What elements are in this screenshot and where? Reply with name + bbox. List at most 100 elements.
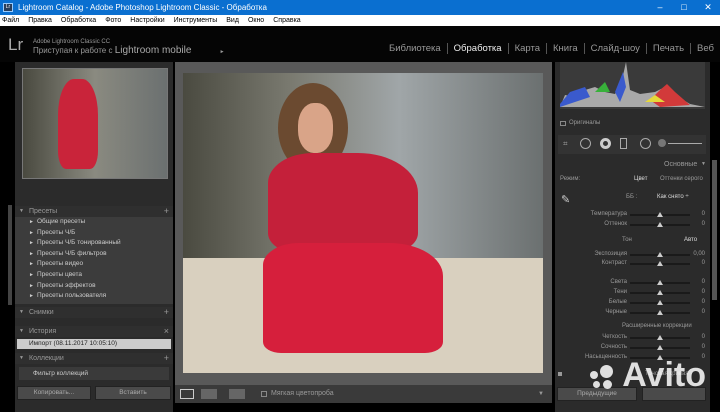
graduated-filter-icon[interactable] bbox=[620, 138, 627, 149]
slider-knob[interactable] bbox=[657, 222, 663, 227]
left-panel-toggle[interactable] bbox=[8, 205, 12, 305]
slider-value[interactable]: 0 bbox=[702, 308, 705, 317]
loupe-view-icon[interactable] bbox=[180, 389, 194, 399]
navigator-preview[interactable] bbox=[22, 68, 168, 179]
preset-folder[interactable]: Общие пресеты bbox=[15, 217, 173, 228]
menu-help[interactable]: Справка bbox=[273, 15, 300, 26]
history-item[interactable]: Импорт (08.11.2017 10:05:10) bbox=[17, 339, 171, 349]
toolbar-menu-icon[interactable]: ▼ bbox=[538, 385, 544, 403]
slider-8[interactable]: Четкость 0 bbox=[555, 333, 705, 342]
slider-value[interactable]: 0 bbox=[702, 259, 705, 268]
radial-filter-icon[interactable] bbox=[640, 138, 651, 149]
main-photo[interactable] bbox=[183, 73, 543, 373]
slider-knob[interactable] bbox=[657, 345, 663, 350]
slider-value[interactable]: 0 bbox=[702, 288, 705, 297]
slider-value[interactable]: 0,00 bbox=[693, 250, 705, 259]
menu-develop[interactable]: Обработка bbox=[61, 15, 96, 26]
preset-folder[interactable]: Пресеты пользователя bbox=[15, 291, 173, 302]
mobile-prompt[interactable]: Приступая к работе с Lightroom mobile ► bbox=[33, 45, 225, 56]
menu-photo[interactable]: Фото bbox=[105, 15, 121, 26]
menu-settings[interactable]: Настройки bbox=[130, 15, 164, 26]
menu-file[interactable]: Файл bbox=[2, 15, 19, 26]
slider-value[interactable]: 0 bbox=[702, 343, 705, 352]
collections-header[interactable]: Коллекции + bbox=[15, 353, 173, 364]
slider-1[interactable]: Оттенок 0 bbox=[555, 220, 705, 229]
panel-switch-icon[interactable] bbox=[558, 372, 562, 376]
add-collection-button[interactable]: + bbox=[164, 353, 169, 364]
brush-size-slider[interactable] bbox=[668, 143, 702, 144]
snapshots-header[interactable]: Снимки + bbox=[15, 307, 173, 318]
slider-3[interactable]: Контраст 0 bbox=[555, 259, 705, 268]
slider-knob[interactable] bbox=[657, 280, 663, 285]
slider-4[interactable]: Света 0 bbox=[555, 278, 705, 287]
minimize-button[interactable]: – bbox=[648, 0, 672, 15]
slider-value[interactable]: 0 bbox=[702, 333, 705, 342]
close-button[interactable]: ✕ bbox=[696, 0, 720, 15]
slider-7[interactable]: Черные 0 bbox=[555, 308, 705, 317]
slider-knob[interactable] bbox=[657, 310, 663, 315]
slider-knob[interactable] bbox=[657, 261, 663, 266]
slider-2[interactable]: Экспозиция 0,00 bbox=[555, 250, 705, 259]
slider-knob[interactable] bbox=[657, 335, 663, 340]
presets-header[interactable]: Пресеты + bbox=[15, 206, 173, 217]
crop-icon[interactable]: ⌗ bbox=[563, 139, 568, 149]
module-map[interactable]: Карта bbox=[507, 43, 546, 54]
preset-folder[interactable]: Пресеты видео bbox=[15, 259, 173, 270]
collection-filter[interactable]: Фильтр коллекций bbox=[19, 367, 169, 380]
treatment-bw[interactable]: Оттенки серого bbox=[660, 176, 703, 182]
module-develop[interactable]: Обработка bbox=[446, 43, 508, 54]
menu-edit[interactable]: Правка bbox=[28, 15, 52, 26]
add-snapshot-button[interactable]: + bbox=[164, 307, 169, 318]
spot-removal-icon[interactable] bbox=[580, 138, 591, 149]
slider-5[interactable]: Тени 0 bbox=[555, 288, 705, 297]
paste-button[interactable]: Вставить bbox=[95, 386, 171, 400]
basic-panel-title[interactable]: Основные bbox=[664, 161, 697, 168]
menu-view[interactable]: Вид bbox=[226, 15, 239, 26]
originals-icon[interactable] bbox=[560, 121, 566, 126]
preset-folder[interactable]: Пресеты Ч/Б bbox=[15, 228, 173, 239]
subject-skirt bbox=[263, 243, 443, 353]
maximize-button[interactable]: □ bbox=[672, 0, 696, 15]
module-library[interactable]: Библиотека bbox=[383, 43, 447, 54]
add-preset-button[interactable]: + bbox=[164, 206, 169, 217]
menu-tools[interactable]: Инструменты bbox=[174, 15, 218, 26]
slider-value[interactable]: 0 bbox=[702, 220, 705, 229]
preset-folder[interactable]: Пресеты Ч/Б фильтров bbox=[15, 249, 173, 260]
eyedropper-icon[interactable]: ✎ bbox=[561, 193, 570, 206]
slider-knob[interactable] bbox=[657, 212, 663, 217]
wb-dropdown[interactable]: Как снято ÷ bbox=[657, 194, 689, 200]
copy-button[interactable]: Копировать... bbox=[17, 386, 91, 400]
collapse-icon[interactable]: ▼ bbox=[701, 161, 706, 167]
auto-button[interactable]: Авто bbox=[684, 237, 697, 243]
module-book[interactable]: Книга bbox=[546, 43, 584, 54]
slider-knob[interactable] bbox=[657, 252, 663, 257]
slider-label: Экспозиция bbox=[594, 251, 627, 257]
menu-window[interactable]: Окно bbox=[248, 15, 264, 26]
slider-knob[interactable] bbox=[657, 300, 663, 305]
slider-0[interactable]: Температура 0 bbox=[555, 210, 705, 219]
play-icon[interactable]: ► bbox=[220, 49, 225, 55]
module-slideshow[interactable]: Слайд-шоу bbox=[583, 43, 646, 54]
clear-history-button[interactable]: × bbox=[164, 326, 169, 337]
treatment-color[interactable]: Цвет bbox=[634, 176, 647, 182]
right-panel-scrollbar[interactable] bbox=[712, 160, 717, 300]
slider-9[interactable]: Сочность 0 bbox=[555, 343, 705, 352]
module-print[interactable]: Печать bbox=[645, 43, 690, 54]
slider-knob[interactable] bbox=[657, 290, 663, 295]
brush-icon[interactable] bbox=[658, 139, 666, 147]
slider-value[interactable]: 0 bbox=[702, 298, 705, 307]
red-eye-icon[interactable] bbox=[600, 138, 611, 149]
before-after-icon[interactable] bbox=[201, 389, 217, 399]
slider-6[interactable]: Белые 0 bbox=[555, 298, 705, 307]
window-title: Lightroom Catalog - Adobe Photoshop Ligh… bbox=[18, 3, 267, 12]
swap-icon[interactable] bbox=[229, 389, 245, 399]
slider-value[interactable]: 0 bbox=[702, 278, 705, 287]
preset-folder[interactable]: Пресеты эффектов bbox=[15, 281, 173, 292]
soft-proof-checkbox[interactable] bbox=[261, 391, 267, 397]
preset-folder[interactable]: Пресеты цвета bbox=[15, 270, 173, 281]
module-web[interactable]: Веб bbox=[690, 43, 720, 54]
history-header[interactable]: История × bbox=[15, 326, 173, 337]
preset-folder[interactable]: Пресеты Ч/Б тонированный bbox=[15, 238, 173, 249]
slider-label: Сочность bbox=[600, 344, 627, 350]
slider-value[interactable]: 0 bbox=[702, 210, 705, 219]
